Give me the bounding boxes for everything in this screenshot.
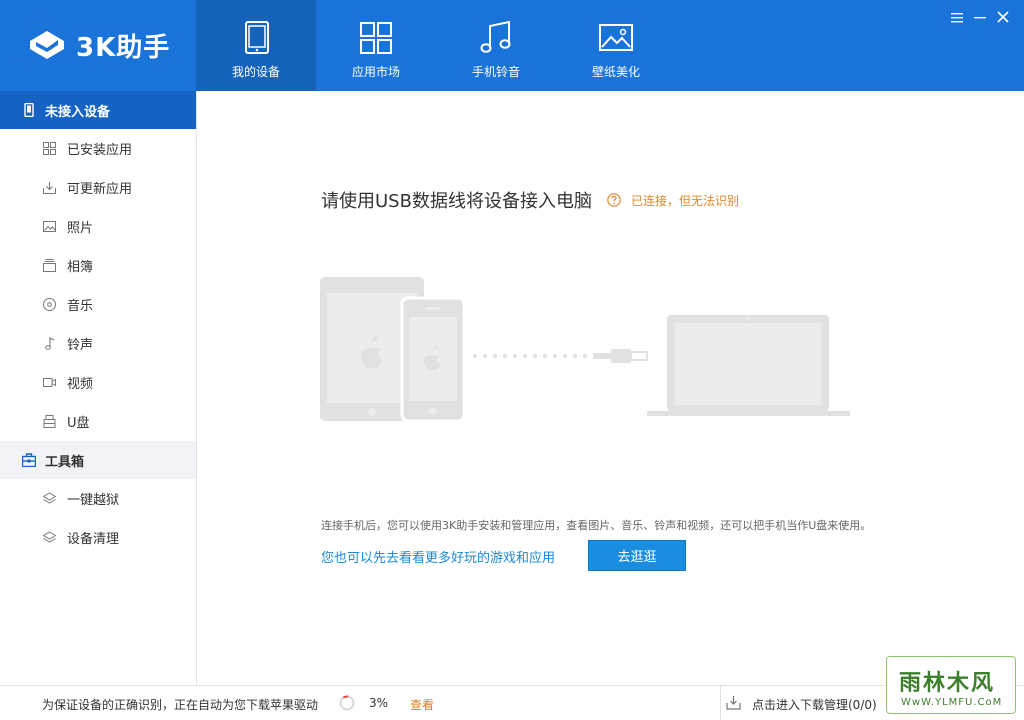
usb-cable-illustration-icon xyxy=(473,349,648,363)
sidebar-item-music[interactable]: 音乐 xyxy=(0,285,196,324)
minimize-icon xyxy=(974,16,986,18)
bell-note-icon xyxy=(45,337,55,350)
apps-grid-icon xyxy=(43,142,56,155)
tablet-icon xyxy=(245,21,269,54)
sidebar-item-label: U盘 xyxy=(67,416,90,431)
hamburger-icon xyxy=(951,12,963,22)
nav-label: 手机铃音 xyxy=(471,65,520,79)
download-icon xyxy=(43,182,56,194)
sidebar: 未接入设备 已安装应用 可更新应用 照片 相簿 音乐 铃声 视频 U盘 工具箱 … xyxy=(0,91,197,685)
status-bar: 为保证设备的正确识别，正在自动为您下载苹果驱动 3% 查看 点击进入下载管理(0… xyxy=(0,685,1024,720)
watermark-title: 雨林木风 xyxy=(899,671,996,696)
layers-icon xyxy=(43,492,56,504)
nav-app-market[interactable]: 应用市场 xyxy=(316,0,436,91)
sidebar-item-label: 照片 xyxy=(67,221,94,236)
sidebar-item-label: 已安装应用 xyxy=(67,143,133,158)
connection-description: 连接手机后，您可以使用3K助手安装和管理应用，查看图片、音乐、铃声和视频，还可以… xyxy=(321,519,872,532)
sidebar-item-label: 视频 xyxy=(67,377,94,392)
sidebar-item-label: 一键越狱 xyxy=(67,493,120,508)
logo-bird-icon xyxy=(30,31,64,59)
sidebar-item-photos[interactable]: 照片 xyxy=(0,207,196,246)
phone-icon xyxy=(24,103,34,117)
nav-label: 壁纸美化 xyxy=(591,65,640,79)
sidebar-item-jailbreak[interactable]: 一键越狱 xyxy=(0,479,196,518)
main-nav: 我的设备 应用市场 手机铃音 壁纸美化 xyxy=(196,0,676,91)
sidebar-section-toolbox[interactable]: 工具箱 xyxy=(0,441,196,479)
sidebar-section-device[interactable]: 未接入设备 xyxy=(0,91,196,129)
view-download-link[interactable]: 查看 xyxy=(410,696,434,713)
sidebar-item-usb-drive[interactable]: U盘 xyxy=(0,402,196,441)
sidebar-item-updatable-apps[interactable]: 可更新应用 xyxy=(0,168,196,207)
menu-button[interactable] xyxy=(950,9,964,25)
sidebar-item-label: 可更新应用 xyxy=(67,182,133,197)
watermark-logo: 雨林木风 WwW.YLMFU.CoM xyxy=(886,656,1016,714)
app-logo: 3K助手 xyxy=(26,25,186,65)
browse-games-link[interactable]: 您也可以先去看看更多好玩的游戏和应用 xyxy=(321,547,555,566)
driver-download-message: 为保证设备的正确识别，正在自动为您下载苹果驱动 xyxy=(42,698,319,712)
nav-label: 我的设备 xyxy=(231,65,280,79)
nav-wallpaper[interactable]: 壁纸美化 xyxy=(556,0,676,91)
sidebar-item-label: 相簿 xyxy=(67,260,94,275)
page-title: 请使用USB数据线将设备接入电脑 xyxy=(321,191,592,212)
watermark-url: WwW.YLMFU.CoM xyxy=(901,697,1003,708)
progress-ring-icon xyxy=(339,695,355,711)
sidebar-item-installed-apps[interactable]: 已安装应用 xyxy=(0,129,196,168)
laptop-illustration-icon xyxy=(647,315,850,416)
sidebar-item-label: 音乐 xyxy=(67,299,94,314)
album-icon xyxy=(43,259,56,272)
sidebar-section-label: 未接入设备 xyxy=(45,104,111,120)
sidebar-item-device-clean[interactable]: 设备清理 xyxy=(0,518,196,557)
video-icon xyxy=(43,378,56,387)
picture-icon xyxy=(599,24,633,51)
phone-illustration-icon xyxy=(400,296,466,421)
minimize-button[interactable] xyxy=(973,9,987,25)
main-panel: 请使用USB数据线将设备接入电脑 已连接，但无法识别 连接手机后，您可以使用3K… xyxy=(197,91,1024,685)
sidebar-section-label: 工具箱 xyxy=(45,454,85,470)
close-button[interactable] xyxy=(996,9,1010,25)
help-icon[interactable] xyxy=(607,193,621,207)
layers-icon xyxy=(43,531,56,543)
status-divider xyxy=(720,686,721,720)
music-disc-icon xyxy=(43,298,56,311)
window-controls xyxy=(950,9,1010,25)
device-connection-illustration xyxy=(320,277,850,421)
grid-icon xyxy=(360,22,392,54)
sidebar-item-label: 铃声 xyxy=(67,338,94,353)
connection-status[interactable]: 已连接，但无法识别 xyxy=(631,192,739,209)
sidebar-item-video[interactable]: 视频 xyxy=(0,363,196,402)
photo-icon xyxy=(43,221,56,232)
sidebar-item-album[interactable]: 相簿 xyxy=(0,246,196,285)
sidebar-item-ringtones[interactable]: 铃声 xyxy=(0,324,196,363)
connect-prompt: 请使用USB数据线将设备接入电脑 已连接，但无法识别 xyxy=(321,187,739,213)
app-name: 3K助手 xyxy=(76,32,171,63)
close-icon xyxy=(997,11,1009,23)
nav-my-device[interactable]: 我的设备 xyxy=(196,0,316,91)
go-browse-button[interactable]: 去逛逛 xyxy=(588,540,686,571)
music-note-icon xyxy=(480,20,511,53)
sidebar-item-label: 设备清理 xyxy=(67,532,120,547)
usb-drive-icon xyxy=(43,415,56,428)
download-progress: 3% xyxy=(369,696,389,710)
progress-arc xyxy=(342,695,349,699)
nav-ringtones[interactable]: 手机铃音 xyxy=(436,0,556,91)
toolbox-icon xyxy=(22,453,36,467)
top-bar: 3K助手 我的设备 应用市场 手机铃音 壁纸美化 xyxy=(0,0,1024,91)
nav-label: 应用市场 xyxy=(351,65,400,79)
download-manager-icon[interactable] xyxy=(726,695,741,710)
download-manager-link[interactable]: 点击进入下载管理(0/0) xyxy=(752,696,877,713)
